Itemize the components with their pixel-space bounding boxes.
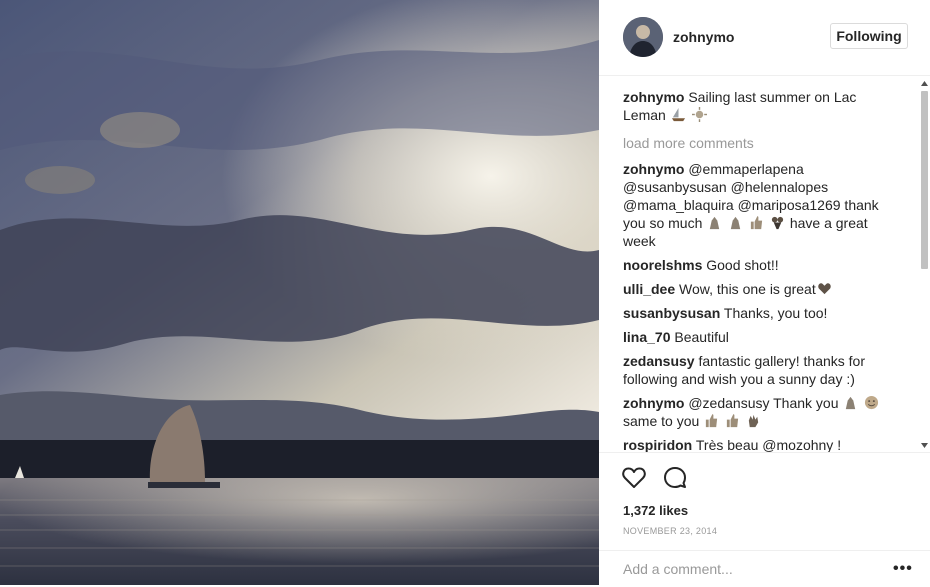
heart-icon[interactable] xyxy=(621,465,647,491)
load-more-comments-link[interactable]: load more comments xyxy=(623,134,889,152)
sailboat-emoji-icon xyxy=(671,107,685,122)
thumbs-up-emoji-icon xyxy=(706,413,718,428)
comment-text: Wow, this one is great xyxy=(679,281,816,297)
comment-username[interactable]: noorelshms xyxy=(623,257,702,273)
add-comment-input[interactable] xyxy=(621,560,875,578)
comment: rospiridon Très beau @mozohny ! Couleur xyxy=(623,436,889,453)
ellipsis-icon[interactable]: ••• xyxy=(893,560,913,578)
caption: zohnymo Sailing last summer on Lac Leman xyxy=(623,88,889,124)
post-photo[interactable] xyxy=(0,0,599,585)
sun-emoji-icon xyxy=(691,107,707,122)
comment-text: @zedansusy Thank you xyxy=(688,395,839,411)
comment-text-tail: same to you xyxy=(623,413,700,429)
comment-username[interactable]: ulli_dee xyxy=(623,281,675,297)
bouquet-emoji-icon xyxy=(771,216,784,230)
scroll-up-arrow-icon[interactable] xyxy=(921,81,928,86)
speech-bubble-icon[interactable] xyxy=(662,465,688,491)
comment-text: Good shot!! xyxy=(706,257,779,273)
following-button[interactable]: Following xyxy=(830,23,908,49)
comment-text: Beautiful xyxy=(674,329,729,345)
comment: noorelshms Good shot!! xyxy=(623,256,889,274)
waving-hand-emoji-icon xyxy=(748,414,759,428)
scrollbar-thumb[interactable] xyxy=(921,91,928,269)
comment: lina_70 Beautiful xyxy=(623,328,889,346)
add-comment-bar: ••• xyxy=(599,550,930,587)
author-username[interactable]: zohnymo xyxy=(673,29,734,45)
scroll-down-arrow-icon[interactable] xyxy=(921,443,928,448)
avatar-image xyxy=(623,17,663,57)
comment: ulli_dee Wow, this one is great xyxy=(623,280,889,298)
comment-text: Thanks, you too! xyxy=(723,305,828,321)
smiley-emoji-icon xyxy=(865,395,879,410)
comment: zedansusy fantastic gallery! thanks for … xyxy=(623,352,889,388)
thumbs-up-emoji-icon xyxy=(726,413,739,428)
praying-hands-emoji-icon xyxy=(710,216,720,230)
comment-username[interactable]: zohnymo xyxy=(623,161,684,177)
caption-username[interactable]: zohnymo xyxy=(623,89,684,105)
sailing-lake-photo xyxy=(0,0,599,585)
comment: zohnymo @emmaperlapena @susanbysusan @he… xyxy=(623,160,889,250)
post-side-panel: zohnymo Following zohnymo Sailing last s… xyxy=(599,0,930,585)
instagram-post-view: zohnymo Following zohnymo Sailing last s… xyxy=(0,0,930,585)
praying-hands-emoji-icon xyxy=(730,216,741,230)
heart-emoji-icon xyxy=(818,283,831,295)
post-header: zohnymo Following xyxy=(599,0,930,76)
comments-list: zohnymo Sailing last summer on Lac Leman… xyxy=(623,88,889,453)
comment-username[interactable]: susanbysusan xyxy=(623,305,720,321)
thumbs-up-emoji-icon xyxy=(750,215,763,230)
comment-username[interactable]: lina_70 xyxy=(623,329,670,345)
avatar[interactable] xyxy=(623,17,663,57)
comments-scrollbar[interactable] xyxy=(919,77,930,453)
post-date: NOVEMBER 23, 2014 xyxy=(623,526,718,536)
comment: susanbysusan Thanks, you too! xyxy=(623,304,889,322)
likes-count[interactable]: 1,372 likes xyxy=(623,503,688,518)
post-actions: 1,372 likes NOVEMBER 23, 2014 ••• xyxy=(599,452,930,586)
comment-username[interactable]: zedansusy xyxy=(623,353,695,369)
comment-username[interactable]: rospiridon xyxy=(623,437,692,453)
comment-username[interactable]: zohnymo xyxy=(623,395,684,411)
comment: zohnymo @zedansusy Thank you same to you xyxy=(623,394,889,430)
praying-hands-emoji-icon xyxy=(846,396,856,410)
